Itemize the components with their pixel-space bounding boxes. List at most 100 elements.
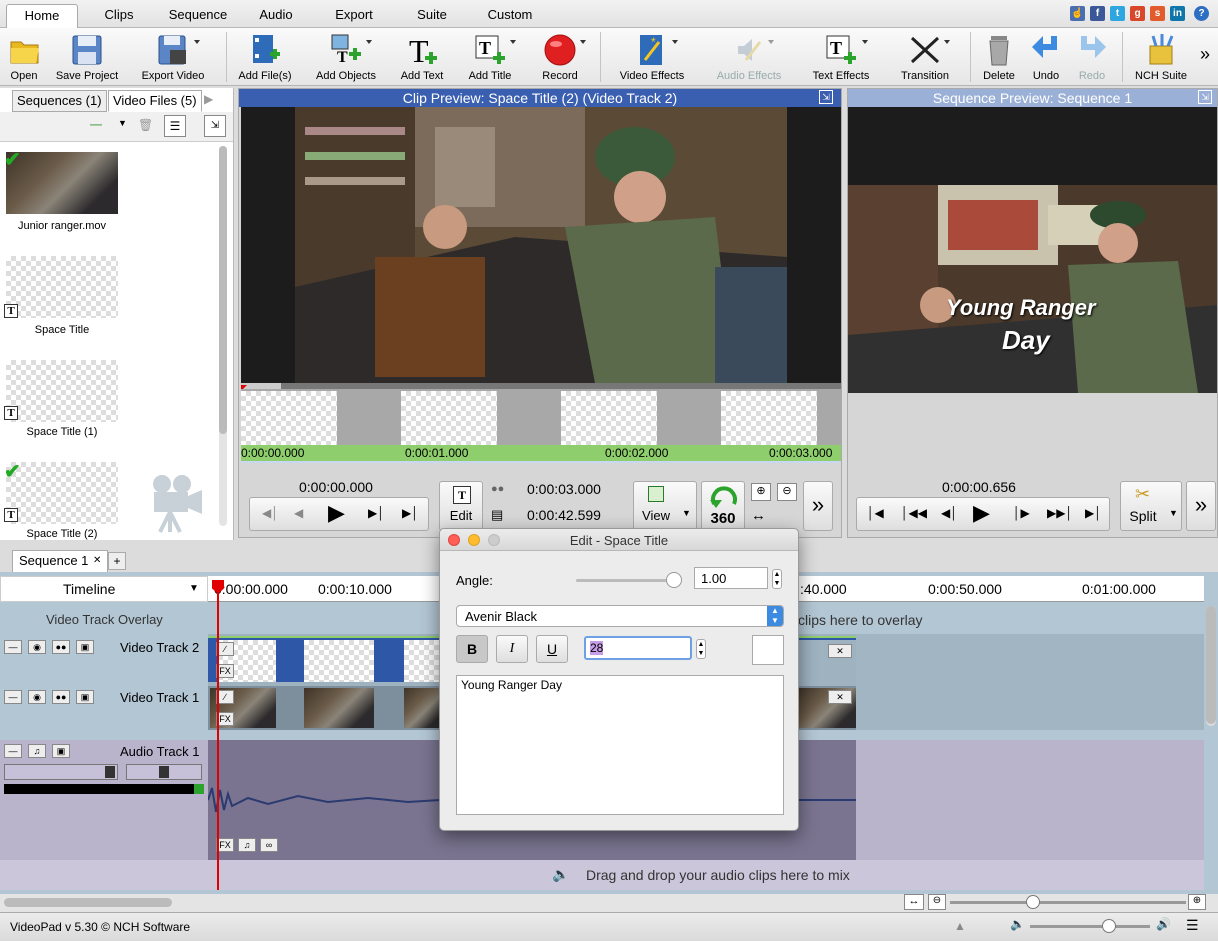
triangle-up-icon[interactable]: ▲ xyxy=(954,919,966,933)
edit-button[interactable]: T Edit xyxy=(439,481,483,531)
overflow-chevron-icon[interactable]: » xyxy=(803,481,833,531)
open-button[interactable]: Open xyxy=(2,30,46,84)
video-effects-button[interactable]: * Video Effects xyxy=(612,30,692,84)
timeline-vscroll[interactable] xyxy=(1206,606,1216,726)
transition-icon[interactable]: ✕ xyxy=(828,690,852,704)
list-item[interactable]: T Space Title (1) xyxy=(0,358,124,448)
minus-icon[interactable]: — xyxy=(90,117,102,131)
nch-suite-button[interactable]: NCH Suite xyxy=(1130,30,1192,84)
list-view-icon[interactable]: ☰ xyxy=(164,115,186,137)
chevron-down-icon[interactable]: ▼ xyxy=(1169,508,1178,518)
master-volume-slider[interactable] xyxy=(1030,919,1150,933)
undock-icon[interactable]: ⇲ xyxy=(819,90,833,104)
add-title-button[interactable]: T Add Title xyxy=(462,30,518,84)
next-clip-icon[interactable]: ▶▶│ xyxy=(1047,506,1073,520)
stumbleupon-icon[interactable]: s xyxy=(1150,6,1165,21)
chevron-right-icon[interactable]: ▶ xyxy=(204,92,213,106)
audio-effects-button[interactable]: Audio Effects xyxy=(710,30,788,84)
google-plus-icon[interactable]: g xyxy=(1130,6,1145,21)
video-clip[interactable] xyxy=(304,688,374,728)
linkedin-icon[interactable]: in xyxy=(1170,6,1185,21)
font-size-stepper[interactable]: ▲ ▼ xyxy=(696,639,706,659)
underline-button[interactable]: U xyxy=(536,635,568,663)
title-clip[interactable] xyxy=(404,640,444,682)
tab-suite[interactable]: Suite xyxy=(404,4,460,28)
list-item[interactable]: T Space Title xyxy=(0,254,124,344)
angle-slider[interactable] xyxy=(576,572,682,588)
video-clip[interactable] xyxy=(404,688,444,728)
skip-end-icon[interactable]: ▶│ xyxy=(402,506,419,520)
chevron-down-icon[interactable]: ▼ xyxy=(118,118,127,128)
save-project-button[interactable]: Save Project xyxy=(52,30,122,84)
collapse-icon[interactable]: — xyxy=(4,690,22,704)
font-size-input[interactable]: 28 xyxy=(584,636,692,660)
tab-sequence-1[interactable]: Sequence 1 ✕ xyxy=(12,550,108,572)
split-button[interactable]: ✂ Split ▼ xyxy=(1120,481,1182,531)
step-forward-icon[interactable]: ▶│ xyxy=(368,506,385,520)
eye-icon[interactable]: ◉ xyxy=(28,640,46,654)
overflow-chevron-icon[interactable]: » xyxy=(1186,481,1216,531)
redo-button[interactable]: Redo xyxy=(1070,30,1114,84)
add-sequence-button[interactable]: + xyxy=(108,552,126,570)
play-icon[interactable]: ▶ xyxy=(973,500,990,526)
timeline-mode-select[interactable]: Timeline ▼ xyxy=(0,576,208,602)
font-select[interactable]: Avenir Black ▲ ▼ xyxy=(456,605,784,627)
timeline-hscroll[interactable] xyxy=(4,898,172,907)
bold-button[interactable]: B xyxy=(456,635,488,663)
transition-icon[interactable]: ✕ xyxy=(828,644,852,658)
chevron-down-icon[interactable] xyxy=(672,40,678,44)
angle-stepper[interactable]: ▲ ▼ xyxy=(772,569,782,589)
previous-clip-icon[interactable]: │◀◀ xyxy=(901,506,927,520)
step-back-icon[interactable]: ◀│ xyxy=(941,506,958,520)
lock-icon[interactable]: ▣ xyxy=(76,640,94,654)
360-button[interactable]: 360 xyxy=(701,481,745,531)
zoom-out-icon[interactable]: ⊖ xyxy=(777,483,797,501)
speaker-icon[interactable]: ♫ xyxy=(28,744,46,758)
tab-clips[interactable]: Clips xyxy=(88,4,150,28)
record-button[interactable]: Record xyxy=(532,30,588,84)
view-button[interactable]: View ▼ xyxy=(633,481,697,531)
timeline-playhead[interactable] xyxy=(217,580,219,890)
fit-width-icon[interactable]: ↔ xyxy=(904,894,924,910)
group-icon[interactable]: ●● xyxy=(52,640,70,654)
help-icon[interactable]: ? xyxy=(1194,6,1209,21)
twitter-icon[interactable]: t xyxy=(1110,6,1125,21)
tab-export[interactable]: Export xyxy=(320,4,388,28)
step-back-icon[interactable]: ◀ xyxy=(294,506,303,520)
chevron-down-icon[interactable] xyxy=(366,40,372,44)
zoom-in-icon[interactable]: ⊕ xyxy=(1188,894,1206,910)
add-text-button[interactable]: T Add Text xyxy=(394,30,450,84)
step-forward-icon[interactable]: │▶ xyxy=(1013,506,1030,520)
transition-button[interactable]: Transition xyxy=(894,30,956,84)
zoom-in-icon[interactable]: ⊕ xyxy=(751,483,771,501)
undock-icon[interactable]: ⇲ xyxy=(204,115,226,137)
speaker-icon[interactable]: 🔈 xyxy=(1010,917,1025,931)
zoom-out-icon[interactable]: ⊖ xyxy=(928,894,946,910)
collapse-icon[interactable]: — xyxy=(4,744,22,758)
overflow-chevron-icon[interactable]: » xyxy=(1200,44,1210,65)
bin-scrollbar[interactable] xyxy=(219,146,227,526)
mixer-icon[interactable]: ☰ xyxy=(1186,917,1199,934)
clip-time-ruler[interactable]: 0:00:00.000 0:00:01.000 0:00:02.000 0:00… xyxy=(241,445,841,463)
chevron-down-icon[interactable] xyxy=(768,40,774,44)
add-files-button[interactable]: Add File(s) xyxy=(234,30,296,84)
collapse-icon[interactable]: — xyxy=(4,640,22,654)
speaker-loud-icon[interactable]: 🔊 xyxy=(1156,917,1171,931)
chevron-down-icon[interactable] xyxy=(194,40,200,44)
toggle-icon[interactable]: ●● xyxy=(491,483,504,495)
lock-icon[interactable]: ▣ xyxy=(52,744,70,758)
chevron-down-icon[interactable] xyxy=(862,40,868,44)
filmstrip-icon[interactable]: ▤ xyxy=(491,507,503,523)
tab-sequences[interactable]: Sequences (1) xyxy=(12,90,107,112)
skip-end-icon[interactable]: ▶│ xyxy=(1085,506,1102,520)
title-text-area[interactable]: Young Ranger Day xyxy=(456,675,784,815)
pan-slider[interactable] xyxy=(126,764,202,780)
chevron-down-icon[interactable] xyxy=(580,40,586,44)
fit-width-icon[interactable]: ↔ xyxy=(751,507,766,524)
clip-video-area[interactable] xyxy=(241,107,841,383)
color-picker[interactable] xyxy=(752,635,784,665)
export-video-button[interactable]: Export Video xyxy=(136,30,210,84)
title-clip[interactable] xyxy=(304,640,374,682)
volume-icon[interactable]: ♫ xyxy=(238,838,256,852)
delete-button[interactable]: Delete xyxy=(978,30,1020,84)
